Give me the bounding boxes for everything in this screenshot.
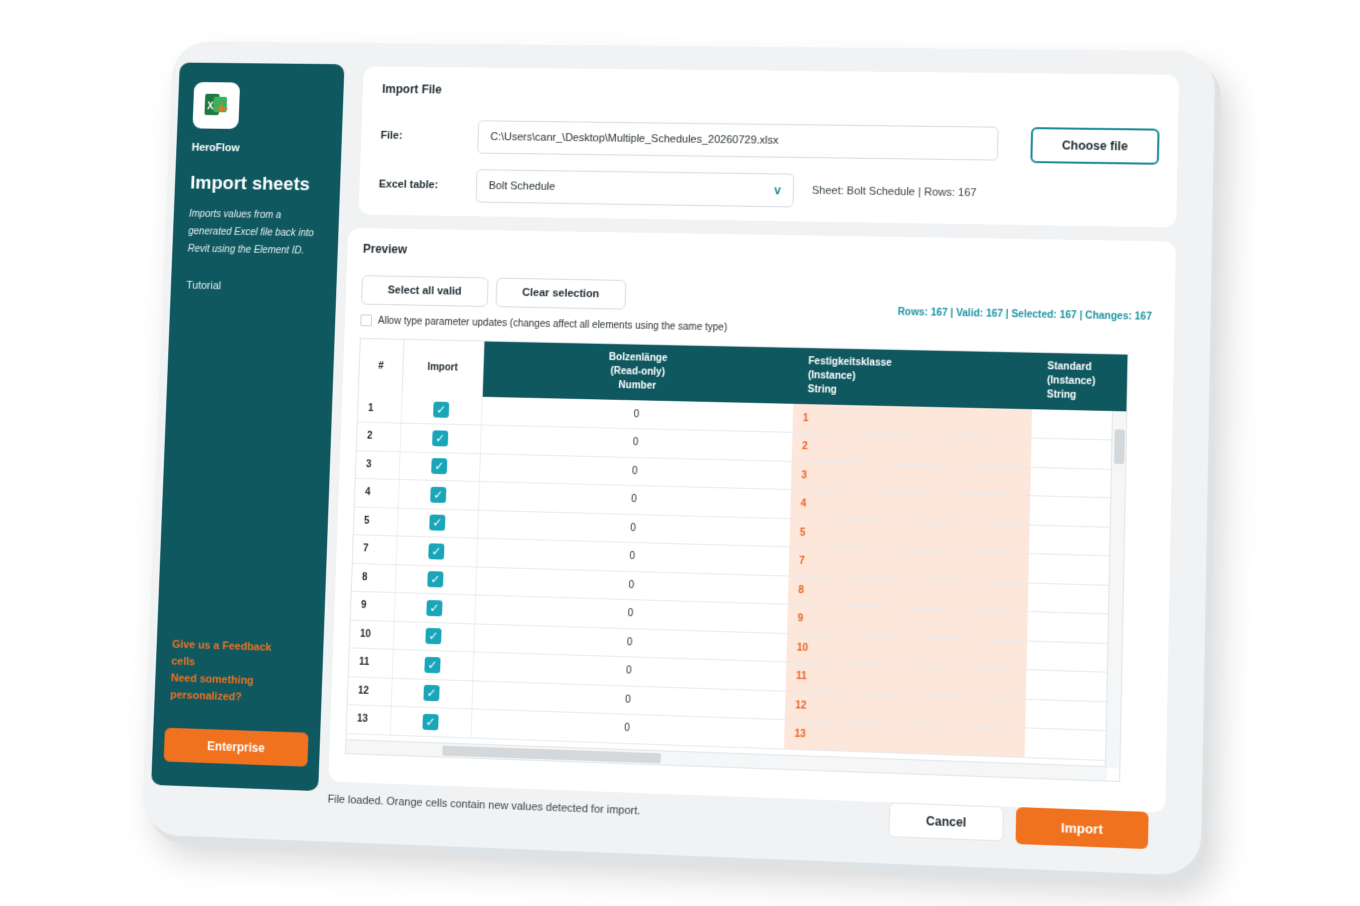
row-index: 8 [352,563,396,593]
checkmark-icon[interactable]: ✓ [432,430,448,446]
tutorial-link[interactable]: Tutorial [186,280,321,294]
checkmark-icon[interactable]: ✓ [426,600,442,616]
page-title: Import sheets [190,173,325,196]
import-cell[interactable]: ✓ [400,423,481,453]
allow-type-updates-checkbox[interactable] [360,314,372,326]
import-file-panel: Import File File: C:\Users\canr_\Desktop… [358,66,1179,227]
status-message: File loaded. Orange cells contain new va… [327,793,640,817]
import-cell[interactable]: ✓ [395,564,476,595]
excel-table-select[interactable]: Bolt Schedule v [475,169,794,207]
horizontal-scroll-thumb[interactable] [442,746,661,764]
checkmark-icon[interactable]: ✓ [422,714,438,731]
checkmark-icon[interactable]: ✓ [427,571,443,587]
row-index: 3 [356,450,400,479]
import-cell[interactable]: ✓ [390,706,472,737]
row-index: 12 [348,676,392,706]
sidebar: X HeroFlow Import sheets Imports values … [151,63,344,792]
checkmark-icon[interactable]: ✓ [429,515,445,531]
file-path-input[interactable]: C:\Users\canr_\Desktop\Multiple_Schedule… [477,120,999,160]
cancel-button[interactable]: Cancel [888,802,1003,841]
allow-type-updates-label: Allow type parameter updates (changes af… [378,315,728,333]
import-cell[interactable]: ✓ [398,479,479,509]
excel-import-icon: X [201,91,231,120]
import-cell[interactable]: ✓ [401,395,482,425]
excel-table-value: Bolt Schedule [489,180,556,193]
col-standard-type: String [1047,388,1129,404]
feedback-links: Give us a Feedback cells Need something … [170,637,308,709]
checkmark-icon[interactable]: ✓ [430,486,446,502]
row-index: 9 [351,591,395,621]
checkmark-icon[interactable]: ✓ [423,685,439,702]
row-index: 5 [354,507,398,536]
checkmark-icon[interactable]: ✓ [431,458,447,474]
preview-actions: Select all valid Clear selection [361,275,626,309]
app-name: HeroFlow [191,142,326,155]
import-cell[interactable]: ✓ [392,649,474,680]
checkmark-icon[interactable]: ✓ [425,628,441,644]
import-cell[interactable]: ✓ [394,593,475,624]
import-cell[interactable]: ✓ [399,451,480,481]
row-index: 4 [355,478,399,507]
excel-table-row: Excel table: Bolt Schedule v Sheet: Bolt… [378,168,977,210]
stage: X HeroFlow Import sheets Imports values … [0,0,1360,906]
import-button[interactable]: Import [1015,807,1148,849]
clear-selection-button[interactable]: Clear selection [495,278,626,310]
personalized-link-cont[interactable]: personalized? [170,687,306,709]
preview-grid-body: 1 ✓ 0 1 2 ✓ 0 2 3 ✓ 0 3 4 ✓ 0 4 5 ✓ 0 5 7 ✓ 0 7 8 ✓ 0 8 9 ✓ 0 9 10 ✓ 0 10 11… [347,394,1129,760]
row-index: 13 [347,705,391,735]
row-index: 2 [357,422,401,451]
import-cell[interactable]: ✓ [397,508,478,538]
import-cell[interactable]: ✓ [393,621,475,652]
file-label: File: [380,130,478,143]
col-import[interactable]: Import [402,340,484,397]
chevron-down-icon: v [774,183,781,197]
row-index: 7 [353,535,397,564]
row-index: 10 [350,620,394,650]
row-index: 1 [358,394,402,423]
preview-grid: # Import Bolzenlänge (Read-only) Number … [347,339,1129,761]
col-bolzenlaenge[interactable]: Bolzenlänge (Read-only) Number [482,341,795,403]
vertical-scroll-thumb[interactable] [1114,429,1125,464]
col-index[interactable]: # [359,339,404,395]
tablet-frame: X HeroFlow Import sheets Imports values … [141,41,1215,876]
preview-title: Preview [363,242,1159,270]
import-cell[interactable]: ✓ [391,678,473,709]
allow-type-updates[interactable]: Allow type parameter updates (changes af… [360,314,727,333]
import-cell[interactable]: ✓ [396,536,477,567]
file-row: File: C:\Users\canr_\Desktop\Multiple_Sc… [380,119,999,160]
row-index: 11 [349,648,393,678]
preview-panel: Preview Select all valid Clear selection… [328,228,1176,813]
col-standard[interactable]: Standard (Instance) String [1032,353,1128,412]
enterprise-button[interactable]: Enterprise [164,728,309,767]
preview-stats: Rows: 167 | Valid: 167 | Selected: 167 |… [897,307,1151,323]
choose-file-button[interactable]: Choose file [1030,127,1159,165]
page-description: Imports values from a generated Excel fi… [187,206,323,261]
import-file-title: Import File [382,82,1158,104]
app-logo: X [192,82,240,129]
checkmark-icon[interactable]: ✓ [424,657,440,673]
excel-table-label: Excel table: [379,179,477,192]
sheet-info: Sheet: Bolt Schedule | Rows: 167 [812,185,977,199]
checkmark-icon[interactable]: ✓ [428,543,444,559]
select-all-valid-button[interactable]: Select all valid [361,275,488,307]
checkmark-icon[interactable]: ✓ [433,402,449,418]
preview-table: # Import Bolzenlänge (Read-only) Number … [345,338,1129,782]
svg-text:X: X [207,101,214,112]
col-festigkeitsklasse[interactable]: Festigkeitsklasse (Instance) String [793,348,1033,409]
